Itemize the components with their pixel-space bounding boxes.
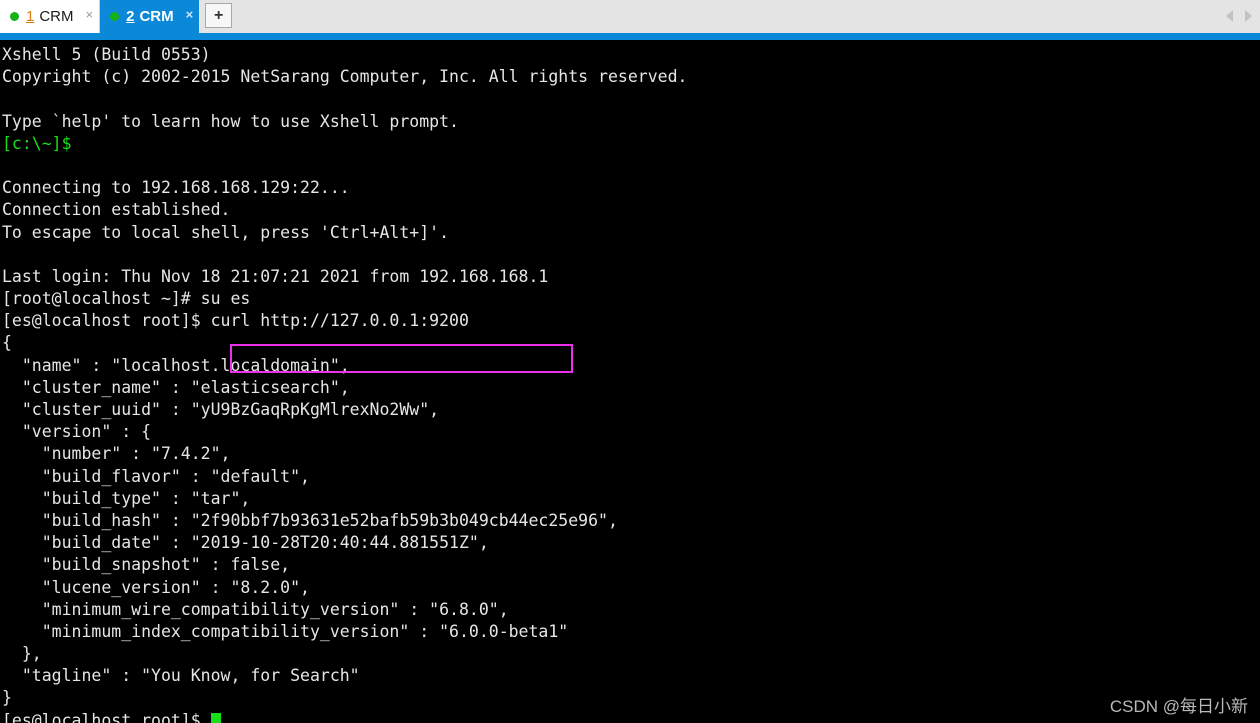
- terminal-line: Type `help' to learn how to use Xshell p…: [2, 111, 459, 131]
- chevron-left-icon[interactable]: [1226, 10, 1233, 22]
- terminal-line: [root@localhost ~]# su es: [2, 289, 251, 309]
- session-status-dot-icon: [10, 12, 19, 21]
- terminal-line: "minimum_wire_compatibility_version" : "…: [2, 599, 509, 619]
- close-icon[interactable]: ×: [86, 8, 94, 26]
- watermark-label: CSDN @每日小新: [1109, 697, 1248, 716]
- terminal-line: "version" : {: [2, 422, 152, 442]
- terminal-line: "tagline" : "You Know, for Search": [2, 666, 360, 686]
- tab-2-crm[interactable]: 2 CRM ×: [100, 0, 200, 33]
- close-icon[interactable]: ×: [186, 8, 194, 26]
- terminal-line: "build_hash" : "2f90bbf7b93631e52bafb59b…: [2, 510, 618, 530]
- terminal-line: "cluster_uuid" : "yU9BzGaqRpKgMlrexNo2Ww…: [2, 400, 440, 419]
- text-cursor: [210, 712, 221, 723]
- new-tab-button[interactable]: +: [205, 3, 233, 28]
- terminal-line: Connection established.: [2, 200, 231, 220]
- terminal-line: },: [2, 644, 42, 664]
- tab-index-label: 1: [26, 8, 35, 25]
- terminal-line: "lucene_version" : "8.2.0",: [2, 577, 310, 597]
- terminal-line: {: [2, 333, 12, 353]
- tab-scroll-controls: [1226, 10, 1252, 22]
- terminal-line: "build_date" : "2019-10-28T20:40:44.8815…: [2, 533, 489, 553]
- terminal-line: To escape to local shell, press 'Ctrl+Al…: [2, 222, 450, 242]
- terminal-line: "build_flavor" : "default",: [2, 466, 310, 486]
- prompt-label: [es@localhost root]$: [2, 710, 211, 723]
- tab-index-label: 2: [126, 8, 135, 25]
- active-tab-accent-strip: [0, 33, 1260, 40]
- terminal-line: Last login: Thu Nov 18 21:07:21 2021 fro…: [2, 266, 549, 286]
- tab-title-label: CRM: [39, 8, 74, 25]
- terminal-line: "build_snapshot" : false,: [2, 555, 291, 575]
- terminal-line: "number" : "7.4.2",: [2, 444, 231, 464]
- terminal-line: [c:\~]$: [2, 133, 72, 153]
- tab-title-label: CRM: [139, 8, 174, 25]
- terminal-current-prompt-line: [es@localhost root]$: [2, 710, 1260, 723]
- terminal-line: "cluster_name" : "elasticsearch",: [2, 377, 350, 397]
- terminal-line: Xshell 5 (Build 0553): [2, 45, 211, 64]
- terminal-line: "minimum_index_compatibility_version" : …: [2, 621, 569, 641]
- chevron-right-icon[interactable]: [1245, 10, 1252, 22]
- tab-1-crm[interactable]: 1 CRM ×: [0, 0, 101, 33]
- terminal-output-area[interactable]: Xshell 5 (Build 0553) Copyright (c) 2002-…: [0, 40, 1260, 723]
- terminal-line: Copyright (c) 2002-2015 NetSarang Comput…: [2, 67, 688, 87]
- tab-bar: 1 CRM × 2 CRM × +: [0, 0, 1260, 33]
- terminal-line: "name" : "localhost.localdomain",: [2, 355, 350, 375]
- terminal-line: [es@localhost root]$ curl http://127.0.0…: [2, 311, 469, 331]
- session-status-dot-icon: [110, 12, 120, 21]
- terminal-line: }: [2, 688, 12, 708]
- terminal-line: Connecting to 192.168.168.129:22...: [2, 178, 350, 198]
- terminal-scrollback: Xshell 5 (Build 0553) Copyright (c) 2002-…: [2, 44, 1260, 710]
- terminal-line: "build_type" : "tar",: [2, 488, 251, 508]
